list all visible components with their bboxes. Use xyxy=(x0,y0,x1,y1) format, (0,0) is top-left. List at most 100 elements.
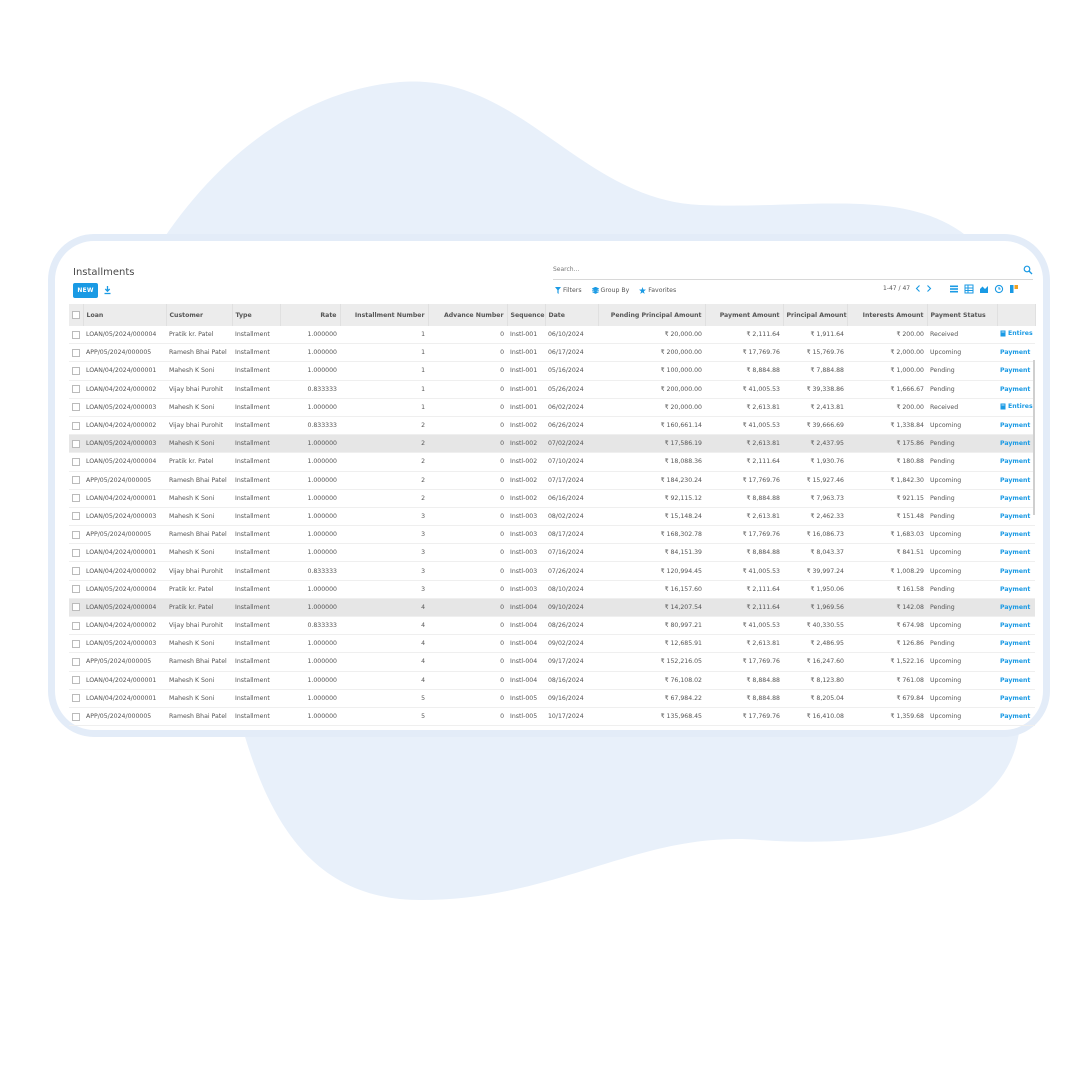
column-header-type[interactable]: Type xyxy=(232,304,281,326)
chevron-right-icon[interactable] xyxy=(926,285,932,292)
payment-button[interactable]: Payment xyxy=(997,507,1035,527)
table-row[interactable]: APP/05/2024/000005 Ramesh Bhai Patel Insta… xyxy=(69,707,1035,727)
table-row[interactable]: LOAN/05/2024/000003 Mahesh K Soni Installm… xyxy=(69,398,1035,417)
entries-button[interactable]: Entires xyxy=(997,326,1035,345)
column-header-pending-principal[interactable]: Pending Principal Amount xyxy=(598,304,706,326)
row-checkbox[interactable] xyxy=(69,416,83,436)
search-bar[interactable]: Search... xyxy=(553,265,1033,280)
payment-button[interactable]: Payment xyxy=(997,416,1035,436)
table-row[interactable]: LOAN/04/2024/000002 Vijay bhai Purohit Ins… xyxy=(69,380,1035,399)
table-row[interactable]: LOAN/04/2024/000002 Vijay bhai Purohit Ins… xyxy=(69,416,1035,436)
payment-button[interactable]: Payment xyxy=(997,361,1035,381)
graph-view-icon[interactable] xyxy=(979,284,989,294)
table-row[interactable]: LOAN/05/2024/000003 Mahesh K Soni Installm… xyxy=(69,434,1035,454)
table-row[interactable]: LOAN/04/2024/000001 Mahesh K Soni Installm… xyxy=(69,489,1035,508)
payment-button[interactable]: Payment xyxy=(997,580,1035,599)
activity-view-icon[interactable] xyxy=(994,284,1004,294)
select-all-checkbox[interactable] xyxy=(69,304,84,326)
pivot-view-icon[interactable] xyxy=(964,284,974,294)
list-view-icon[interactable] xyxy=(949,284,959,294)
entries-button[interactable]: Entires xyxy=(997,398,1035,417)
payment-button[interactable]: Payment xyxy=(997,707,1035,727)
payment-button[interactable]: Payment xyxy=(997,689,1035,708)
row-checkbox[interactable] xyxy=(69,489,83,508)
column-header-payment-amount[interactable]: Payment Amount xyxy=(705,304,784,326)
row-checkbox[interactable] xyxy=(69,616,83,636)
installments-panel: Installments Search... NEW Filters Group… xyxy=(48,234,1050,737)
payment-button[interactable]: Payment xyxy=(997,616,1035,636)
payment-button[interactable]: Payment xyxy=(997,652,1035,672)
table-row[interactable]: LOAN/05/2024/000004 Pratik kr. Patel Insta… xyxy=(69,326,1035,345)
row-checkbox[interactable] xyxy=(69,380,83,399)
payment-button[interactable]: Payment xyxy=(997,543,1035,563)
table-row[interactable]: LOAN/04/2024/000002 Vijay bhai Purohit Ins… xyxy=(69,616,1035,636)
vertical-scrollbar[interactable] xyxy=(1033,360,1035,515)
payment-button[interactable]: Payment xyxy=(997,471,1035,490)
row-checkbox[interactable] xyxy=(69,689,83,708)
payment-button[interactable]: Payment xyxy=(997,598,1035,618)
row-checkbox[interactable] xyxy=(69,361,83,381)
payment-button[interactable]: Payment xyxy=(997,489,1035,508)
column-header-rate[interactable]: Rate xyxy=(280,304,341,326)
column-header-advance-number[interactable]: Advance Number xyxy=(428,304,508,326)
payment-button[interactable]: Payment xyxy=(997,343,1035,363)
column-header-sequence[interactable]: Sequence xyxy=(507,304,546,326)
table-row[interactable]: LOAN/05/2024/000003 Mahesh K Soni Installm… xyxy=(69,634,1035,654)
kanban-view-icon[interactable] xyxy=(1009,284,1019,294)
search-icon[interactable] xyxy=(1023,265,1033,275)
download-icon[interactable] xyxy=(103,285,112,295)
column-header-principal-amount[interactable]: Principal Amount xyxy=(783,304,848,326)
table-row[interactable]: LOAN/04/2024/000001 Mahesh K Soni Installm… xyxy=(69,671,1035,690)
column-header-customer[interactable]: Customer xyxy=(166,304,233,326)
row-checkbox[interactable] xyxy=(69,652,83,672)
payment-button[interactable]: Payment xyxy=(997,380,1035,399)
payment-button[interactable]: Payment xyxy=(997,525,1035,545)
column-header-interests-amount[interactable]: Interests Amount xyxy=(847,304,928,326)
table-row[interactable]: LOAN/04/2024/000001 Mahesh K Soni Installm… xyxy=(69,543,1035,563)
payment-button[interactable]: Payment xyxy=(997,561,1035,581)
search-input[interactable]: Search... xyxy=(553,266,579,273)
row-checkbox[interactable] xyxy=(69,634,83,654)
pager-value[interactable]: 1-47 / 47 xyxy=(883,285,910,292)
row-checkbox[interactable] xyxy=(69,671,83,690)
payment-button[interactable]: Payment xyxy=(997,634,1035,654)
table-row[interactable]: APP/05/2024/000005 Ramesh Bhai Patel Insta… xyxy=(69,343,1035,363)
row-checkbox[interactable] xyxy=(69,543,83,563)
row-checkbox[interactable] xyxy=(69,525,83,545)
row-checkbox[interactable] xyxy=(69,707,83,727)
type-cell: Installment xyxy=(232,671,280,690)
filters-button[interactable]: Filters xyxy=(555,285,582,295)
group-by-button[interactable]: Group By xyxy=(591,285,629,295)
row-checkbox[interactable] xyxy=(69,434,83,454)
table-row[interactable]: APP/05/2024/000005 Ramesh Bhai Patel Insta… xyxy=(69,525,1035,545)
table-row[interactable]: LOAN/05/2024/000004 Pratik kr. Patel Insta… xyxy=(69,598,1035,618)
row-checkbox[interactable] xyxy=(69,580,83,599)
favorites-button[interactable]: Favorites xyxy=(639,285,676,295)
chevron-left-icon[interactable] xyxy=(915,285,921,292)
table-row[interactable]: LOAN/04/2024/000001 Mahesh K Soni Installm… xyxy=(69,689,1035,708)
new-button[interactable]: NEW xyxy=(73,283,98,298)
column-header-installment-number[interactable]: Installment Number xyxy=(340,304,429,326)
row-checkbox[interactable] xyxy=(69,343,83,363)
row-checkbox[interactable] xyxy=(69,507,83,527)
table-row[interactable]: LOAN/05/2024/000004 Pratik kr. Patel Insta… xyxy=(69,580,1035,599)
table-row[interactable]: LOAN/04/2024/000001 Mahesh K Soni Installm… xyxy=(69,361,1035,381)
table-row[interactable]: APP/05/2024/000005 Ramesh Bhai Patel Insta… xyxy=(69,471,1035,490)
table-row[interactable]: LOAN/05/2024/000004 Pratik kr. Patel Insta… xyxy=(69,452,1035,472)
table-row[interactable]: LOAN/04/2024/000002 Vijay bhai Purohit Ins… xyxy=(69,561,1035,581)
column-header-date[interactable]: Date xyxy=(545,304,599,326)
row-checkbox[interactable] xyxy=(69,471,83,490)
row-checkbox[interactable] xyxy=(69,326,83,345)
payment-button[interactable]: Payment xyxy=(997,452,1035,472)
row-checkbox[interactable] xyxy=(69,561,83,581)
row-checkbox[interactable] xyxy=(69,452,83,472)
column-header-payment-status[interactable]: Payment Status xyxy=(927,304,998,326)
table-row[interactable]: APP/05/2024/000005 Ramesh Bhai Patel Insta… xyxy=(69,652,1035,672)
payment-button[interactable]: Payment xyxy=(997,671,1035,690)
row-checkbox[interactable] xyxy=(69,598,83,618)
column-header-loan[interactable]: Loan xyxy=(83,304,167,326)
row-checkbox[interactable] xyxy=(69,398,83,417)
payment-status-cell: Upcoming xyxy=(927,543,997,563)
table-row[interactable]: LOAN/05/2024/000003 Mahesh K Soni Installm… xyxy=(69,507,1035,527)
payment-button[interactable]: Payment xyxy=(997,434,1035,454)
